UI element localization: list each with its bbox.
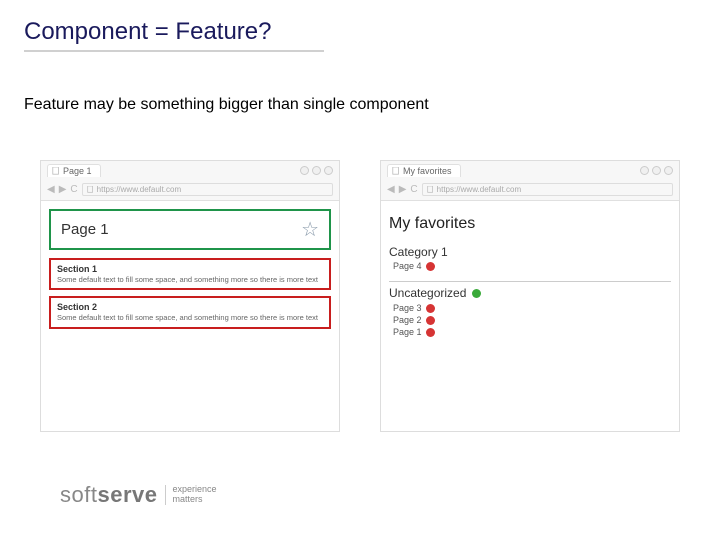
forward-icon[interactable]: ▶ [59,184,67,195]
url-input[interactable]: https://www.default.com [422,183,673,196]
page-icon [427,186,434,193]
remove-icon[interactable] [426,304,435,313]
window-close-icon[interactable] [324,166,333,175]
page-body-right: My favorites Category 1 Page 4 Uncategor… [381,201,679,431]
section-card: Section 1 Some default text to fill some… [49,258,331,290]
reload-icon[interactable]: C [70,184,77,195]
favorite-star-icon[interactable]: ☆ [301,217,319,242]
browser-chrome: My favorites ◀ ▶ C https://www.default.c… [381,161,679,201]
softserve-logo: softserve experiencematters [60,482,217,508]
window-controls [300,166,333,175]
favorite-item-label: Page 2 [393,315,422,325]
page-body-left: Page 1 ☆ Section 1 Some default text to … [41,201,339,431]
remove-icon[interactable] [426,316,435,325]
browser-right: My favorites ◀ ▶ C https://www.default.c… [380,160,680,432]
favorite-item-label: Page 4 [393,261,422,271]
browser-left: Page 1 ◀ ▶ C https://www.default.com [40,160,340,432]
window-min-icon[interactable] [300,166,309,175]
window-controls [640,166,673,175]
reload-icon[interactable]: C [410,184,417,195]
favorite-item[interactable]: Page 2 [393,315,671,325]
url-input[interactable]: https://www.default.com [82,183,333,196]
favorite-item[interactable]: Page 4 [393,261,671,271]
favorite-item[interactable]: Page 1 [393,327,671,337]
file-icon [392,167,400,175]
tab-label: Page 1 [63,166,92,176]
add-icon[interactable] [472,289,481,298]
page-title: Page 1 [61,221,109,238]
brand-tagline: experiencematters [165,485,216,505]
back-icon[interactable]: ◀ [47,184,55,195]
slide-subtitle: Feature may be something bigger than sin… [24,96,429,114]
category-title: Category 1 [389,245,671,259]
favorite-item-label: Page 3 [393,303,422,313]
tab-page1[interactable]: Page 1 [47,164,101,177]
divider [389,281,671,282]
uncategorized-header: Uncategorized [389,286,671,300]
uncategorized-title: Uncategorized [389,286,466,300]
page-header-card: Page 1 ☆ [49,209,331,250]
window-min-icon[interactable] [640,166,649,175]
slide-title: Component = Feature? [24,18,324,52]
forward-icon[interactable]: ▶ [399,184,407,195]
browser-chrome: Page 1 ◀ ▶ C https://www.default.com [41,161,339,201]
mockups-row: Page 1 ◀ ▶ C https://www.default.com [40,160,680,432]
favorites-title: My favorites [389,215,671,233]
section-body: Some default text to fill some space, an… [57,275,323,284]
file-icon [52,167,60,175]
tab-favorites[interactable]: My favorites [387,164,461,177]
section-body: Some default text to fill some space, an… [57,313,323,322]
favorite-item-label: Page 1 [393,327,422,337]
favorite-item[interactable]: Page 3 [393,303,671,313]
url-text: https://www.default.com [437,185,521,194]
url-text: https://www.default.com [97,185,181,194]
window-max-icon[interactable] [652,166,661,175]
section-title: Section 2 [57,302,323,312]
back-icon[interactable]: ◀ [387,184,395,195]
remove-icon[interactable] [426,262,435,271]
page-icon [87,186,94,193]
tab-label: My favorites [403,166,452,176]
remove-icon[interactable] [426,328,435,337]
window-max-icon[interactable] [312,166,321,175]
section-card: Section 2 Some default text to fill some… [49,296,331,328]
section-title: Section 1 [57,264,323,274]
brand-text: softserve [60,482,157,508]
window-close-icon[interactable] [664,166,673,175]
